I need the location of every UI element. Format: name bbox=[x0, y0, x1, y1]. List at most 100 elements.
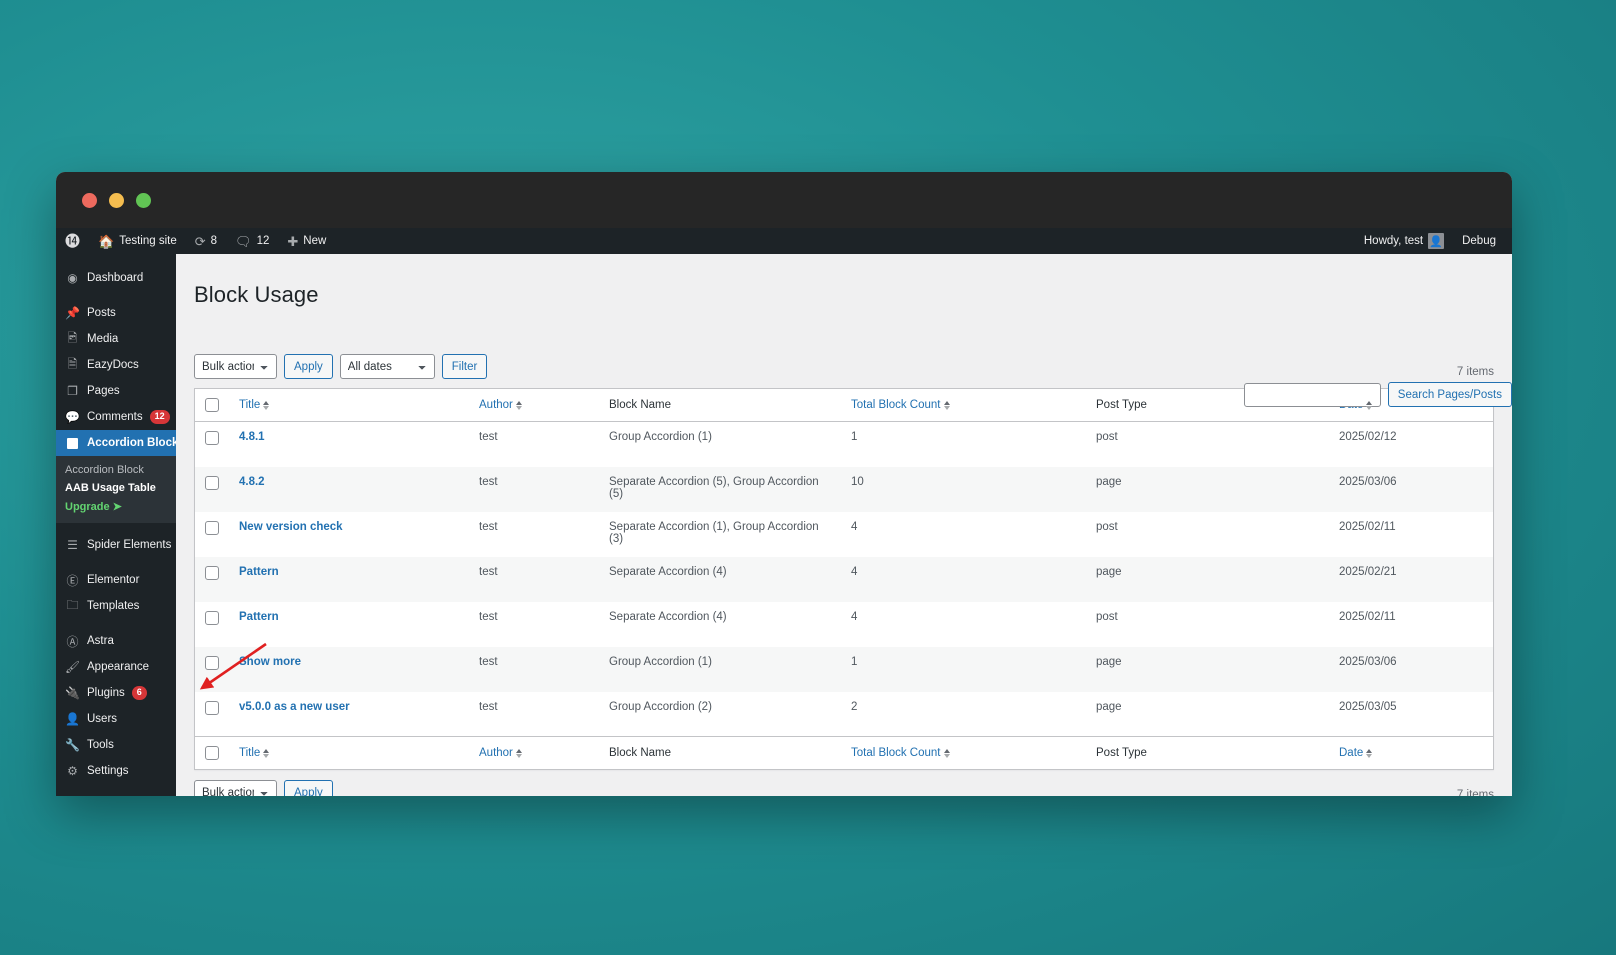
filter-button[interactable]: Filter bbox=[441, 354, 488, 379]
sidebar-item-accordion-block[interactable]: Accordion Block bbox=[56, 430, 178, 456]
submenu-item-aab-usage-table[interactable]: AAB Usage Table bbox=[56, 479, 176, 497]
sidebar-item-pages[interactable]: ❐ Pages bbox=[56, 378, 176, 404]
row-total-block-count-cell: 1 bbox=[841, 422, 1086, 467]
comments-menu[interactable]: 🗨 12 bbox=[226, 228, 278, 254]
table-row: 4.8.2 test Separate Accordion (5), Group A… bbox=[194, 466, 1494, 512]
row-block-name-cell: Separate Accordion (4) bbox=[599, 557, 841, 602]
bulk-actions-select-top[interactable]: Bulk actions bbox=[194, 354, 277, 379]
row-title-link[interactable]: v5.0.0 as a new user bbox=[239, 701, 350, 713]
select-all-checkbox[interactable] bbox=[205, 746, 219, 760]
new-content-menu[interactable]: ✚ New bbox=[278, 228, 335, 254]
column-header-title-footer[interactable]: Title bbox=[229, 736, 469, 770]
column-header-title[interactable]: Title bbox=[229, 388, 469, 422]
date-filter-select[interactable]: All dates bbox=[339, 354, 435, 379]
row-author: test bbox=[479, 475, 498, 488]
site-name-menu[interactable]: 🏠 Testing site bbox=[89, 228, 186, 254]
astra-icon: Ⓐ bbox=[66, 634, 79, 649]
sidebar-item-tools[interactable]: 🔧 Tools bbox=[56, 732, 176, 758]
row-checkbox-cell bbox=[195, 422, 230, 467]
minimize-window-button[interactable] bbox=[109, 192, 124, 208]
row-title-link[interactable]: Show more bbox=[239, 656, 301, 668]
row-checkbox[interactable] bbox=[205, 700, 219, 715]
row-title-link[interactable]: New version check bbox=[239, 521, 343, 533]
sidebar-item-astra[interactable]: Ⓐ Astra bbox=[56, 628, 176, 654]
sidebar-item-appearance[interactable]: 🖌 Appearance bbox=[56, 654, 176, 680]
select-all-checkbox-cell bbox=[194, 388, 229, 422]
pages-icon: ❐ bbox=[67, 384, 78, 398]
row-checkbox[interactable] bbox=[205, 610, 219, 625]
debug-menu[interactable]: Debug bbox=[1453, 228, 1512, 254]
row-block-name: Group Accordion (2) bbox=[609, 700, 712, 713]
row-post-type: page bbox=[1096, 700, 1122, 713]
search-pages-posts-button[interactable]: Search Pages/Posts bbox=[1387, 382, 1512, 407]
sidebar-item-dashboard[interactable]: ◉ Dashboard bbox=[56, 265, 176, 291]
row-total-block-count-cell: 10 bbox=[841, 467, 1086, 512]
howdy-user-menu[interactable]: Howdy, test 👤 bbox=[1355, 228, 1453, 254]
row-post-type-cell: page bbox=[1086, 557, 1329, 602]
sort-link-author[interactable]: Author bbox=[479, 747, 522, 759]
row-block-name-cell: Group Accordion (2) bbox=[599, 692, 841, 737]
column-label: Title bbox=[239, 747, 261, 759]
sidebar-item-users[interactable]: 👤 Users bbox=[56, 706, 176, 732]
search-input[interactable] bbox=[1243, 382, 1381, 407]
row-checkbox[interactable] bbox=[205, 655, 219, 670]
elementor-icon: Ⓔ bbox=[66, 573, 79, 588]
column-header-author[interactable]: Author bbox=[469, 388, 599, 422]
admin-body: ◉ Dashboard 📌 Posts 🖻 Media 🗎 EazyDocs ❐ Pages 💬 Co… bbox=[56, 254, 1512, 796]
row-date: 2025/02/11 bbox=[1339, 520, 1396, 533]
row-title-link[interactable]: 4.8.1 bbox=[239, 431, 265, 443]
sidebar-item-comments[interactable]: 💬 Comments 12 bbox=[56, 404, 176, 430]
sidebar-item-spider-elements[interactable]: ☰ Spider Elements bbox=[56, 532, 176, 558]
column-label: Block Name bbox=[609, 747, 671, 759]
column-header-block-name: Block Name bbox=[599, 388, 841, 422]
column-header-total-block-count-footer[interactable]: Total Block Count bbox=[841, 736, 1086, 770]
row-checkbox[interactable] bbox=[205, 520, 219, 535]
sidebar-item-elementor[interactable]: Ⓔ Elementor bbox=[56, 567, 176, 593]
close-window-button[interactable] bbox=[82, 192, 97, 208]
row-checkbox-cell bbox=[195, 512, 230, 557]
select-all-checkbox[interactable] bbox=[205, 398, 219, 412]
pin-icon: 📌 bbox=[65, 306, 80, 320]
row-checkbox[interactable] bbox=[205, 475, 219, 490]
sort-link-author[interactable]: Author bbox=[479, 399, 522, 411]
sidebar-item-settings[interactable]: ⚙ Settings bbox=[56, 758, 176, 784]
sort-arrows-icon bbox=[263, 748, 270, 758]
row-checkbox[interactable] bbox=[205, 431, 219, 445]
row-title-link-cell: Pattern bbox=[229, 602, 469, 647]
sidebar-item-templates[interactable]: 🗀 Templates bbox=[56, 593, 176, 619]
sort-link-title[interactable]: Title bbox=[239, 747, 270, 759]
sort-arrows-icon bbox=[943, 400, 950, 410]
sidebar-item-eazydocs[interactable]: 🗎 EazyDocs bbox=[56, 352, 176, 378]
maximize-window-button[interactable] bbox=[136, 192, 151, 208]
row-date-cell: 2025/03/06 bbox=[1329, 467, 1494, 512]
updates-menu[interactable]: ⟳ 8 bbox=[186, 228, 226, 254]
sort-link-date[interactable]: Date bbox=[1339, 747, 1373, 759]
sort-link-title[interactable]: Title bbox=[239, 399, 270, 411]
submenu-item-upgrade[interactable]: Upgrade ➤ bbox=[56, 497, 176, 516]
row-title-link[interactable]: 4.8.2 bbox=[239, 476, 265, 488]
table-body: 4.8.1 test Group Accordion (1) 1 post 2025/02… bbox=[194, 422, 1494, 737]
column-header-date-footer[interactable]: Date bbox=[1329, 736, 1494, 770]
sort-link-total-block-count[interactable]: Total Block Count bbox=[851, 399, 950, 411]
bulk-actions-select-bottom[interactable]: Bulk actions bbox=[194, 780, 277, 796]
sidebar-item-media[interactable]: 🖻 Media bbox=[56, 326, 176, 352]
apply-button-top[interactable]: Apply bbox=[284, 354, 333, 379]
row-date: 2025/03/06 bbox=[1339, 475, 1397, 488]
apply-button-bottom[interactable]: Apply bbox=[284, 780, 333, 796]
tablenav-top: Bulk actions Apply All dates Filter 7 it… bbox=[194, 308, 1494, 379]
row-title-link[interactable]: Pattern bbox=[239, 611, 279, 623]
new-label: New bbox=[303, 235, 327, 247]
sidebar-item-label: EazyDocs bbox=[87, 359, 139, 371]
row-checkbox[interactable] bbox=[205, 565, 219, 580]
column-header-total-block-count[interactable]: Total Block Count bbox=[841, 388, 1086, 422]
row-title-link[interactable]: Pattern bbox=[239, 566, 279, 578]
row-post-type: page bbox=[1096, 475, 1122, 488]
sort-link-total-block-count[interactable]: Total Block Count bbox=[851, 747, 950, 759]
sidebar-item-plugins[interactable]: 🔌 Plugins 6 bbox=[56, 680, 176, 706]
wordpress-logo-menu[interactable]: ⓮ bbox=[56, 228, 89, 254]
column-header-author-footer[interactable]: Author bbox=[469, 736, 599, 770]
row-title-link-cell: Pattern bbox=[229, 557, 469, 602]
row-author: test bbox=[479, 565, 498, 578]
sidebar-item-posts[interactable]: 📌 Posts bbox=[56, 300, 176, 326]
submenu-item-accordion-block[interactable]: Accordion Block bbox=[56, 461, 176, 479]
